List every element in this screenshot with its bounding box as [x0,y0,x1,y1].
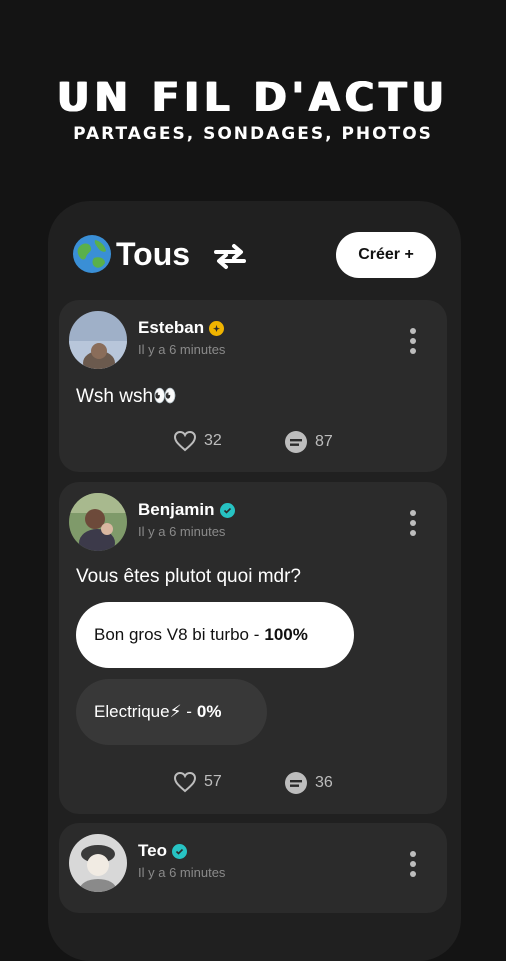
hero-subtitle: PARTAGES, SONDAGES, PHOTOS [73,124,433,144]
post-time: Il y a 6 minutes [138,865,226,880]
post-author[interactable]: Benjamin [138,500,235,520]
globe-emoji-icon [73,235,111,273]
verified-badge-icon [219,502,235,518]
post-stats: 32 87 [59,430,447,456]
post-card: Esteban Il y a 6 minutes Wsh wsh👀 32 87 [59,300,447,472]
feed-header: Tous Créer + [72,232,438,278]
post-author[interactable]: Teo [138,841,187,861]
swap-arrows-icon[interactable] [212,242,248,270]
comment-icon [285,772,307,794]
avatar[interactable] [69,493,127,551]
heart-icon [173,771,197,793]
more-options-icon[interactable] [409,328,417,356]
post-time: Il y a 6 minutes [138,342,226,357]
comment-count: 87 [315,433,333,450]
hero-title: UN FIL D'ACTU [56,75,450,121]
verified-badge-icon [171,843,187,859]
post-stats: 57 36 [59,771,447,797]
heart-icon [173,430,197,452]
poll-option-selected[interactable]: Bon gros V8 bi turbo -100% [76,602,354,668]
feed-filter-title[interactable]: Tous [116,234,190,274]
post-time: Il y a 6 minutes [138,524,226,539]
comment-button[interactable]: 36 [284,771,333,795]
avatar[interactable] [69,311,127,369]
more-options-icon[interactable] [409,851,417,879]
post-text: Wsh wsh👀 [76,386,177,407]
avatar[interactable] [69,834,127,892]
post-author[interactable]: Esteban [138,318,225,338]
like-count: 57 [204,773,222,790]
more-options-icon[interactable] [409,510,417,538]
post-card: Benjamin Il y a 6 minutes Vous êtes plut… [59,482,447,814]
badge-icon [209,320,225,336]
like-count: 32 [204,432,222,449]
post-text: Vous êtes plutot quoi mdr? [76,566,301,587]
create-post-button[interactable]: Créer + [336,232,436,278]
like-button[interactable]: 32 [173,430,222,452]
comment-button[interactable]: 87 [284,430,333,454]
poll-option[interactable]: Electrique⚡ -0% [76,679,267,745]
comment-icon [285,431,307,453]
comment-count: 36 [315,774,333,791]
like-button[interactable]: 57 [173,771,222,793]
